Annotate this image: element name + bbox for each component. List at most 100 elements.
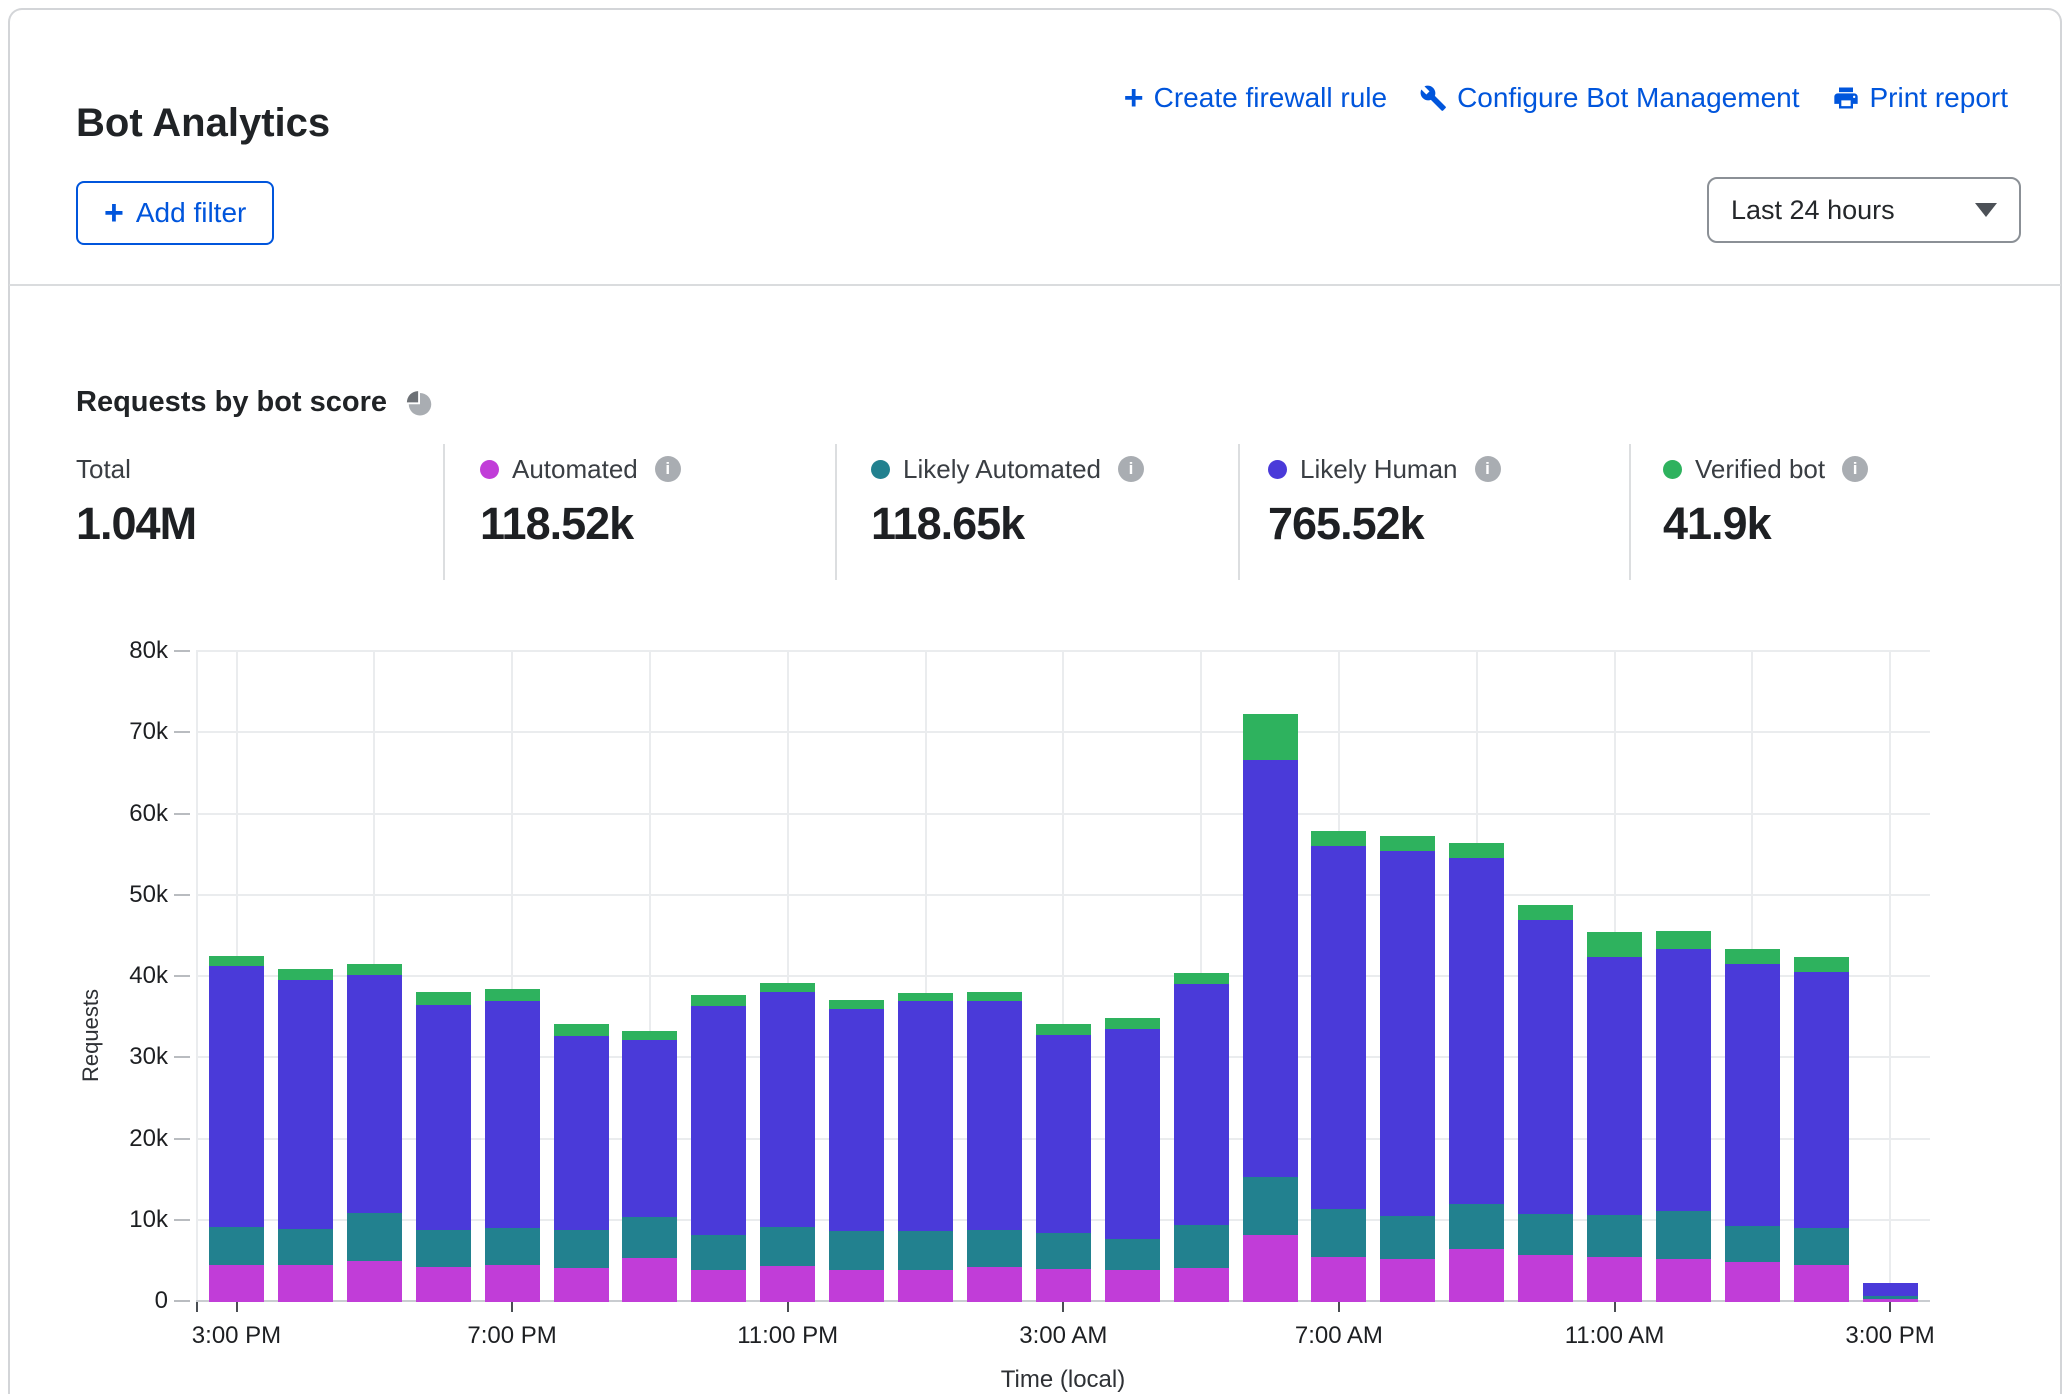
bar-segment-automated[interactable] bbox=[760, 1266, 815, 1302]
bar-segment-verified-bot[interactable] bbox=[1036, 1024, 1091, 1035]
bar-segment-automated[interactable] bbox=[1449, 1249, 1504, 1302]
bar-segment-verified-bot[interactable] bbox=[416, 992, 471, 1005]
info-icon[interactable]: i bbox=[655, 456, 681, 482]
bar-800am[interactable] bbox=[1380, 836, 1435, 1302]
bar-segment-likely-automated[interactable] bbox=[1518, 1214, 1573, 1255]
bar-segment-likely-automated[interactable] bbox=[1656, 1211, 1711, 1259]
bar-segment-verified-bot[interactable] bbox=[1311, 831, 1366, 846]
bar-segment-likely-automated[interactable] bbox=[622, 1217, 677, 1258]
bar-segment-likely-automated[interactable] bbox=[209, 1227, 264, 1264]
bar-segment-automated[interactable] bbox=[1725, 1262, 1780, 1302]
bar-segment-likely-human[interactable] bbox=[1036, 1035, 1091, 1233]
bar-segment-automated[interactable] bbox=[691, 1270, 746, 1302]
bar-segment-likely-automated[interactable] bbox=[898, 1231, 953, 1269]
info-icon[interactable]: i bbox=[1842, 456, 1868, 482]
bar-300pm[interactable] bbox=[209, 956, 264, 1302]
bar-segment-verified-bot[interactable] bbox=[829, 1000, 884, 1009]
bar-800pm[interactable] bbox=[554, 1024, 609, 1302]
bar-1100pm[interactable] bbox=[760, 983, 815, 1302]
bar-segment-likely-automated[interactable] bbox=[347, 1213, 402, 1261]
bar-segment-automated[interactable] bbox=[1036, 1269, 1091, 1302]
bar-segment-automated[interactable] bbox=[1174, 1268, 1229, 1302]
bar-900pm[interactable] bbox=[622, 1031, 677, 1302]
bar-segment-likely-automated[interactable] bbox=[485, 1228, 540, 1265]
bar-segment-likely-human[interactable] bbox=[1725, 964, 1780, 1226]
bar-1200am[interactable] bbox=[829, 1000, 884, 1302]
bar-segment-likely-human[interactable] bbox=[1863, 1283, 1918, 1296]
bar-segment-likely-automated[interactable] bbox=[416, 1230, 471, 1267]
bar-500am[interactable] bbox=[1174, 973, 1229, 1302]
bar-segment-likely-human[interactable] bbox=[1518, 920, 1573, 1214]
bar-700am[interactable] bbox=[1311, 831, 1366, 1302]
bar-segment-likely-human[interactable] bbox=[1656, 949, 1711, 1211]
print-report-link[interactable]: Print report bbox=[1832, 82, 2009, 114]
bar-segment-likely-automated[interactable] bbox=[967, 1230, 1022, 1267]
bar-segment-likely-automated[interactable] bbox=[1380, 1216, 1435, 1259]
bar-600pm[interactable] bbox=[416, 992, 471, 1302]
bar-segment-likely-human[interactable] bbox=[416, 1005, 471, 1230]
bar-segment-verified-bot[interactable] bbox=[1794, 957, 1849, 972]
bar-segment-likely-human[interactable] bbox=[829, 1009, 884, 1232]
time-range-select[interactable]: Last 24 hours bbox=[1707, 177, 2021, 243]
bar-segment-likely-automated[interactable] bbox=[554, 1230, 609, 1268]
bar-segment-likely-automated[interactable] bbox=[1311, 1209, 1366, 1258]
bar-segment-automated[interactable] bbox=[347, 1261, 402, 1302]
bar-900am[interactable] bbox=[1449, 843, 1504, 1302]
bar-300am[interactable] bbox=[1036, 1024, 1091, 1302]
bar-segment-verified-bot[interactable] bbox=[485, 989, 540, 1001]
bar-segment-likely-human[interactable] bbox=[1380, 851, 1435, 1216]
bar-segment-automated[interactable] bbox=[898, 1270, 953, 1303]
bar-segment-automated[interactable] bbox=[1656, 1259, 1711, 1302]
bar-segment-likely-human[interactable] bbox=[347, 975, 402, 1213]
bar-segment-verified-bot[interactable] bbox=[1587, 932, 1642, 957]
bar-segment-likely-automated[interactable] bbox=[1036, 1233, 1091, 1269]
bar-segment-automated[interactable] bbox=[829, 1270, 884, 1302]
bar-1000pm[interactable] bbox=[691, 995, 746, 1302]
bar-1000am[interactable] bbox=[1518, 905, 1573, 1302]
bar-segment-automated[interactable] bbox=[209, 1265, 264, 1302]
bar-segment-verified-bot[interactable] bbox=[209, 956, 264, 966]
configure-bot-management-link[interactable]: Configure Bot Management bbox=[1419, 82, 1799, 114]
bar-segment-verified-bot[interactable] bbox=[898, 993, 953, 1001]
bar-segment-automated[interactable] bbox=[278, 1265, 333, 1302]
bar-segment-verified-bot[interactable] bbox=[967, 992, 1022, 1001]
bar-segment-likely-automated[interactable] bbox=[1587, 1215, 1642, 1257]
bar-700pm[interactable] bbox=[485, 989, 540, 1302]
info-icon[interactable]: i bbox=[1475, 456, 1501, 482]
bar-segment-automated[interactable] bbox=[622, 1258, 677, 1302]
bar-segment-likely-human[interactable] bbox=[1105, 1029, 1160, 1239]
bar-segment-likely-human[interactable] bbox=[967, 1001, 1022, 1230]
bar-segment-likely-automated[interactable] bbox=[278, 1229, 333, 1265]
bar-segment-automated[interactable] bbox=[1518, 1255, 1573, 1302]
bar-segment-likely-automated[interactable] bbox=[1449, 1204, 1504, 1250]
bar-segment-likely-human[interactable] bbox=[1243, 760, 1298, 1177]
bar-200am[interactable] bbox=[967, 992, 1022, 1302]
bar-segment-verified-bot[interactable] bbox=[1105, 1018, 1160, 1029]
bar-segment-likely-human[interactable] bbox=[554, 1036, 609, 1230]
bar-300pm[interactable] bbox=[1863, 1283, 1918, 1303]
bar-segment-automated[interactable] bbox=[554, 1268, 609, 1302]
bar-segment-likely-human[interactable] bbox=[1174, 984, 1229, 1225]
bar-segment-likely-human[interactable] bbox=[1794, 972, 1849, 1228]
bar-segment-verified-bot[interactable] bbox=[1380, 836, 1435, 851]
bar-600am[interactable] bbox=[1243, 714, 1298, 1302]
bar-segment-likely-automated[interactable] bbox=[829, 1231, 884, 1270]
bar-segment-likely-automated[interactable] bbox=[691, 1235, 746, 1271]
bar-500pm[interactable] bbox=[347, 964, 402, 1302]
bar-1100am[interactable] bbox=[1587, 932, 1642, 1303]
bar-segment-likely-human[interactable] bbox=[760, 992, 815, 1227]
bar-100am[interactable] bbox=[898, 993, 953, 1302]
bar-segment-automated[interactable] bbox=[1311, 1257, 1366, 1302]
bar-segment-automated[interactable] bbox=[967, 1267, 1022, 1302]
bar-segment-verified-bot[interactable] bbox=[622, 1031, 677, 1041]
bar-segment-verified-bot[interactable] bbox=[1174, 973, 1229, 984]
bar-segment-likely-automated[interactable] bbox=[1794, 1228, 1849, 1265]
bar-segment-likely-automated[interactable] bbox=[1105, 1239, 1160, 1269]
bar-segment-likely-human[interactable] bbox=[485, 1001, 540, 1228]
bar-segment-automated[interactable] bbox=[1380, 1259, 1435, 1302]
info-icon[interactable]: i bbox=[1118, 456, 1144, 482]
bar-segment-likely-human[interactable] bbox=[209, 966, 264, 1228]
bar-1200pm[interactable] bbox=[1656, 931, 1711, 1302]
bar-segment-likely-human[interactable] bbox=[1449, 858, 1504, 1204]
bar-segment-likely-human[interactable] bbox=[1587, 957, 1642, 1215]
